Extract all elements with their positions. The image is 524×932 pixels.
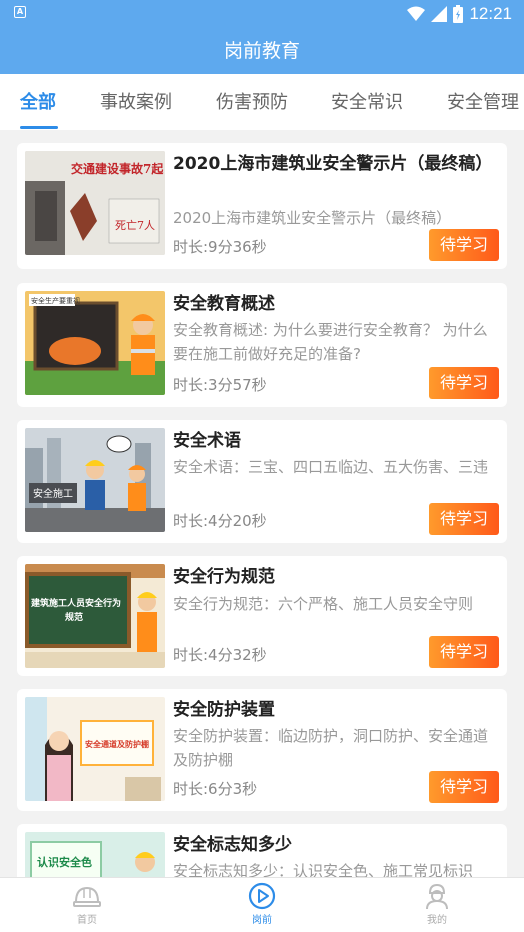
category-tabs: 全部 事故案例 伤害预防 安全常识 安全管理	[0, 74, 524, 130]
app-header: A 12:21 岗前教育	[0, 0, 524, 74]
course-card[interactable]: 认识安全色 安全标志知多少 安全标志知多少：认识安全色、施工常见标识	[17, 824, 507, 877]
course-description: 2020上海市建筑业安全警示片（最终稿）	[173, 209, 452, 227]
nav-pre-job[interactable]: 岗前	[222, 882, 302, 926]
course-thumbnail: 交通建设事故7起 死亡7人	[25, 151, 165, 255]
course-thumbnail: 安全施工	[25, 428, 165, 532]
nav-home[interactable]: 首页	[47, 882, 127, 926]
course-card[interactable]: 交通建设事故7起 死亡7人 2020上海市建筑业安全警示片（最终稿） 2020上…	[17, 143, 507, 269]
course-description: 安全教育概述: 为什么要进行安全教育？ 为什么要在施工前做好充足的准备?	[173, 321, 488, 363]
course-title: 安全防护装置	[173, 700, 275, 720]
nav-mine-label: 我的	[427, 915, 447, 926]
tab-injury-prevention[interactable]: 伤害预防	[216, 88, 288, 114]
course-card[interactable]: 安全生产要重视 安全教育概述 安全教育概述: 为什么要进行安全教育？ 为什么要在…	[17, 283, 507, 407]
svg-text:安全施工: 安全施工	[33, 487, 73, 500]
course-duration: 时长:6分3秒	[173, 780, 258, 798]
helmet-icon	[73, 886, 101, 907]
course-title: 安全行为规范	[173, 567, 275, 587]
course-duration: 时长:4分32秒	[173, 646, 267, 664]
course-duration: 时长:9分36秒	[173, 238, 267, 256]
course-list: 交通建设事故7起 死亡7人 2020上海市建筑业安全警示片（最终稿） 2020上…	[0, 130, 524, 877]
tab-safety-management[interactable]: 安全管理	[447, 88, 519, 114]
course-thumbnail: 建筑施工人员安全行为 规范	[25, 564, 165, 668]
tab-all[interactable]: 全部	[20, 88, 56, 114]
app-notification-icon: A	[14, 6, 26, 18]
wifi-icon	[407, 6, 426, 21]
course-description: 安全防护装置：临边防护，洞口防护、安全通道及防护棚	[173, 727, 489, 769]
course-duration: 时长:3分57秒	[173, 376, 267, 394]
course-thumbnail: 安全生产要重视	[25, 291, 165, 395]
course-description: 安全标志知多少：认识安全色、施工常见标识	[173, 862, 474, 877]
study-button[interactable]: 待学习	[429, 367, 499, 399]
svg-text:建筑施工人员安全行为: 建筑施工人员安全行为	[31, 597, 121, 609]
svg-text:死亡7人: 死亡7人	[115, 218, 155, 232]
worker-icon	[426, 883, 448, 910]
page-title: 岗前教育	[223, 40, 300, 62]
nav-home-label: 首页	[77, 915, 97, 926]
nav-mine[interactable]: 我的	[397, 882, 477, 926]
course-description: 安全术语：三宝、四口五临边、五大伤害、三违	[173, 458, 489, 476]
study-button[interactable]: 待学习	[429, 636, 499, 668]
course-card[interactable]: 安全施工 安全术语 安全术语：三宝、四口五临边、五大伤害、三违 时长:4分20秒…	[17, 420, 507, 543]
tab-accident-cases[interactable]: 事故案例	[100, 88, 172, 114]
course-card[interactable]: 建筑施工人员安全行为 规范 安全行为规范 安全行为规范：六个严格、施工人员安全守…	[17, 556, 507, 676]
bottom-navigation: 首页 岗前 我的	[0, 877, 524, 932]
svg-text:认识安全色: 认识安全色	[37, 855, 92, 869]
play-circle-icon	[248, 882, 276, 910]
svg-text:规范: 规范	[65, 611, 83, 623]
course-description: 安全行为规范：六个严格、施工人员安全守则	[173, 595, 474, 613]
course-thumbnail: 认识安全色	[25, 832, 165, 877]
course-duration: 时长:4分20秒	[173, 512, 267, 530]
status-time: 12:21	[469, 4, 512, 23]
course-title: 安全标志知多少	[173, 835, 292, 855]
tab-active-indicator	[20, 126, 58, 129]
course-title: 安全术语	[173, 431, 241, 451]
tab-safety-knowledge[interactable]: 安全常识	[331, 88, 403, 114]
course-title: 2020上海市建筑业安全警示片（最终稿）	[173, 154, 493, 174]
svg-text:交通建设事故7起: 交通建设事故7起	[71, 161, 164, 176]
study-button[interactable]: 待学习	[429, 503, 499, 535]
course-card[interactable]: 安全通道及防护棚 安全防护装置 安全防护装置：临边防护，洞口防护、安全通道及防护…	[17, 689, 507, 811]
course-title: 安全教育概述	[173, 294, 275, 314]
signal-icon	[431, 6, 448, 22]
study-button[interactable]: 待学习	[429, 771, 499, 803]
course-thumbnail: 安全通道及防护棚	[25, 697, 165, 801]
nav-pre-job-label: 岗前	[252, 915, 272, 926]
status-bar: A 12:21	[0, 0, 524, 28]
battery-icon	[453, 5, 464, 23]
study-button[interactable]: 待学习	[429, 229, 499, 261]
svg-text:安全生产要重视: 安全生产要重视	[31, 296, 80, 305]
svg-text:安全通道及防护棚: 安全通道及防护棚	[85, 739, 149, 749]
